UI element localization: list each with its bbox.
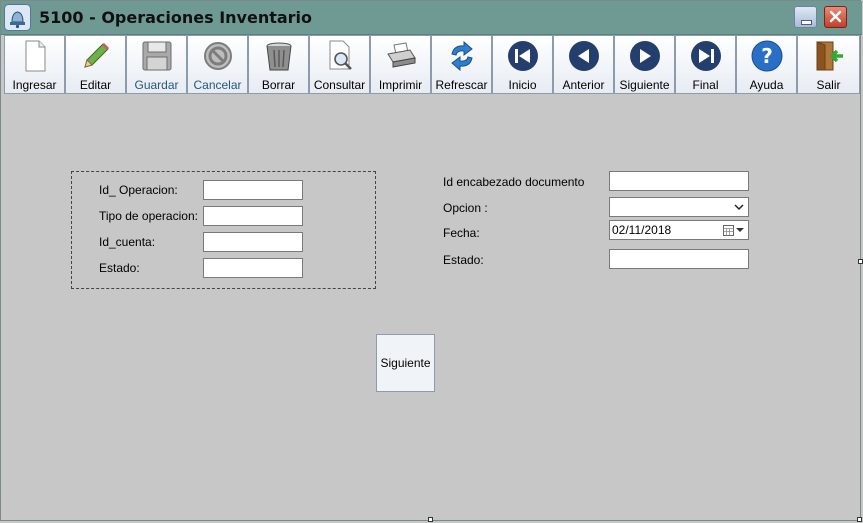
consultar-button[interactable]: Consultar [309,35,370,94]
tipo-operacion-input[interactable] [203,206,303,226]
ayuda-button[interactable]: ? Ayuda [736,35,797,94]
resize-handle-corner[interactable] [857,517,862,522]
guardar-button[interactable]: Guardar [126,35,187,94]
estado-left-label: Estado: [99,261,140,275]
fecha-value: 02/11/2018 [612,223,672,237]
ingresar-button[interactable]: Ingresar [4,35,65,94]
opcion-combobox[interactable] [609,197,749,217]
previous-record-icon [569,41,599,71]
siguiente-toolbar-label: Siguiente [619,78,670,92]
resize-handle-right[interactable] [858,259,863,264]
refrescar-button[interactable]: Refrescar [431,35,492,94]
pencil-icon [84,42,110,68]
last-record-icon [691,41,721,71]
guardar-label: Guardar [134,78,179,92]
inicio-button[interactable]: Inicio [492,35,553,94]
opcion-label: Opcion : [443,201,488,215]
calendar-dropdown-icon[interactable] [723,225,745,236]
editar-button[interactable]: Editar [65,35,126,94]
close-icon [829,10,842,23]
anterior-button[interactable]: Anterior [553,35,614,94]
estado-left-input[interactable] [203,258,303,278]
floppy-disk-icon [142,41,172,71]
toolbar: Ingresar Editar Guardar Cancelar Borrar … [4,35,861,95]
salir-button[interactable]: Salir [797,35,860,94]
title-bar: 5100 - Operaciones Inventario [1,1,862,35]
cancelar-label: Cancelar [193,78,242,92]
svg-text:?: ? [761,44,773,68]
id-cuenta-input[interactable] [203,232,303,252]
borrar-label: Borrar [261,78,296,92]
ayuda-label: Ayuda [749,78,784,92]
new-document-icon [25,40,46,72]
next-record-icon [630,41,660,71]
search-document-icon [329,40,352,70]
fecha-date-picker[interactable]: 02/11/2018 [609,220,749,240]
final-label: Final [692,78,719,92]
id-cuenta-label: Id_cuenta: [99,235,156,249]
resize-handle-bottom[interactable] [428,517,433,522]
cancel-icon [204,42,232,70]
printer-icon [387,42,416,68]
final-button[interactable]: Final [675,35,736,94]
estado-right-label: Estado: [443,253,484,267]
id-encabezado-input[interactable] [609,171,749,191]
main-window: 5100 - Operaciones Inventario Ingresar E… [0,0,863,522]
window-title: 5100 - Operaciones Inventario [39,8,313,27]
editar-label: Editar [79,78,112,92]
close-button[interactable] [824,6,847,28]
id-operacion-label: Id_ Operacion: [99,183,178,197]
help-icon: ? [751,40,783,72]
consultar-label: Consultar [313,78,366,92]
exit-door-icon [816,41,843,71]
imprimir-button[interactable]: Imprimir [370,35,431,94]
minimize-button[interactable] [794,6,817,28]
anterior-label: Anterior [562,78,605,92]
ingresar-label: Ingresar [12,78,57,92]
siguiente-button[interactable]: Siguiente [376,334,435,392]
borrar-button[interactable]: Borrar [248,35,309,94]
fecha-label: Fecha: [443,226,480,240]
inicio-label: Inicio [508,78,537,92]
imprimir-label: Imprimir [378,78,423,92]
refresh-icon [451,40,473,72]
refrescar-label: Refrescar [435,78,488,92]
chevron-down-icon [734,204,744,211]
app-bell-icon [4,4,31,31]
cancelar-button[interactable]: Cancelar [187,35,248,94]
id-encabezado-label: Id encabezado documento [443,175,585,189]
salir-label: Salir [816,78,841,92]
siguiente-toolbar-button[interactable]: Siguiente [614,35,675,94]
id-operacion-input[interactable] [203,180,303,200]
estado-right-input[interactable] [609,249,749,269]
trash-can-icon [266,42,292,71]
first-record-icon [508,41,538,71]
tipo-operacion-label: Tipo de operacion: [99,209,198,223]
